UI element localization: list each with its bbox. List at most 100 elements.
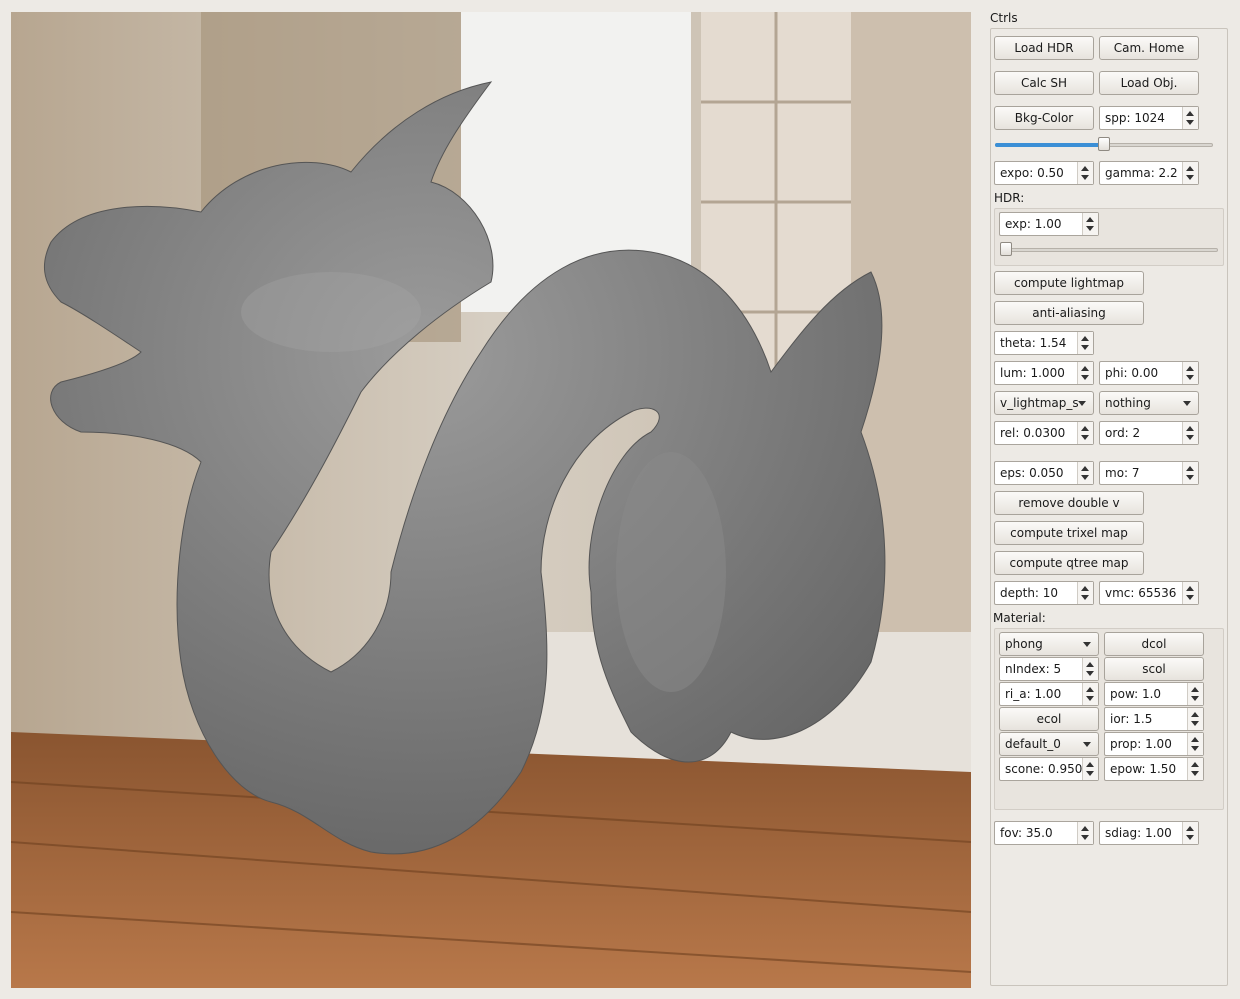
prop-stepper[interactable] bbox=[1187, 733, 1203, 755]
pow-stepper[interactable] bbox=[1187, 683, 1203, 705]
arrow-up-icon[interactable] bbox=[1186, 111, 1194, 116]
ri-a-spinbox[interactable]: ri_a: 1.00 bbox=[999, 682, 1099, 706]
ord-stepper[interactable] bbox=[1182, 422, 1198, 444]
hdr-exp-stepper[interactable] bbox=[1082, 213, 1098, 235]
ord-spinbox[interactable]: ord: 2 bbox=[1099, 421, 1199, 445]
arrow-up-icon[interactable] bbox=[1186, 586, 1194, 591]
nindex-spinbox[interactable]: nIndex: 5 bbox=[999, 657, 1099, 681]
sdiag-stepper[interactable] bbox=[1182, 822, 1198, 844]
calc-sh-button[interactable]: Calc SH bbox=[994, 71, 1094, 95]
expo-stepper[interactable] bbox=[1077, 162, 1093, 184]
theta-spinbox[interactable]: theta: 1.54 bbox=[994, 331, 1094, 355]
ecol-button[interactable]: ecol bbox=[999, 707, 1099, 731]
gamma-spinbox[interactable]: gamma: 2.2 bbox=[1099, 161, 1199, 185]
lightmap-combo[interactable]: v_lightmap_s bbox=[994, 391, 1094, 415]
arrow-down-icon[interactable] bbox=[1081, 435, 1089, 440]
arrow-up-icon[interactable] bbox=[1186, 366, 1194, 371]
rel-stepper[interactable] bbox=[1077, 422, 1093, 444]
arrow-down-icon[interactable] bbox=[1186, 120, 1194, 125]
arrow-up-icon[interactable] bbox=[1191, 712, 1199, 717]
arrow-up-icon[interactable] bbox=[1081, 166, 1089, 171]
mo-spinbox[interactable]: mo: 7 bbox=[1099, 461, 1199, 485]
arrow-up-icon[interactable] bbox=[1081, 426, 1089, 431]
arrow-down-icon[interactable] bbox=[1081, 835, 1089, 840]
epow-stepper[interactable] bbox=[1187, 758, 1203, 780]
spp-spinbox[interactable]: spp: 1024 bbox=[1099, 106, 1199, 130]
load-hdr-button[interactable]: Load HDR bbox=[994, 36, 1094, 60]
lum-spinbox[interactable]: lum: 1.000 bbox=[994, 361, 1094, 385]
arrow-down-icon[interactable] bbox=[1191, 696, 1199, 701]
bkg-color-button[interactable]: Bkg-Color bbox=[994, 106, 1094, 130]
arrow-up-icon[interactable] bbox=[1081, 826, 1089, 831]
depth-spinbox[interactable]: depth: 10 bbox=[994, 581, 1094, 605]
compute-qtree-map-button[interactable]: compute qtree map bbox=[994, 551, 1144, 575]
arrow-down-icon[interactable] bbox=[1081, 175, 1089, 180]
mode-combo[interactable]: nothing bbox=[1099, 391, 1199, 415]
arrow-down-icon[interactable] bbox=[1186, 835, 1194, 840]
render-viewport[interactable] bbox=[11, 12, 971, 988]
lum-stepper[interactable] bbox=[1077, 362, 1093, 384]
arrow-down-icon[interactable] bbox=[1191, 746, 1199, 751]
hdr-exp-spinbox[interactable]: exp: 1.00 bbox=[999, 212, 1099, 236]
expo-spinbox[interactable]: expo: 0.50 bbox=[994, 161, 1094, 185]
arrow-up-icon[interactable] bbox=[1086, 762, 1094, 767]
ior-spinbox[interactable]: ior: 1.5 bbox=[1104, 707, 1204, 731]
remove-double-v-button[interactable]: remove double v bbox=[994, 491, 1144, 515]
gamma-stepper[interactable] bbox=[1182, 162, 1198, 184]
arrow-down-icon[interactable] bbox=[1186, 435, 1194, 440]
arrow-down-icon[interactable] bbox=[1086, 671, 1094, 676]
arrow-down-icon[interactable] bbox=[1081, 595, 1089, 600]
compute-lightmap-button[interactable]: compute lightmap bbox=[994, 271, 1144, 295]
arrow-up-icon[interactable] bbox=[1081, 466, 1089, 471]
arrow-up-icon[interactable] bbox=[1186, 166, 1194, 171]
epow-spinbox[interactable]: epow: 1.50 bbox=[1104, 757, 1204, 781]
eps-spinbox[interactable]: eps: 0.050 bbox=[994, 461, 1094, 485]
sdiag-spinbox[interactable]: sdiag: 1.00 bbox=[1099, 821, 1199, 845]
phi-stepper[interactable] bbox=[1182, 362, 1198, 384]
nindex-stepper[interactable] bbox=[1082, 658, 1098, 680]
eps-stepper[interactable] bbox=[1077, 462, 1093, 484]
arrow-up-icon[interactable] bbox=[1191, 737, 1199, 742]
arrow-down-icon[interactable] bbox=[1081, 345, 1089, 350]
arrow-down-icon[interactable] bbox=[1086, 771, 1094, 776]
vmc-stepper[interactable] bbox=[1182, 582, 1198, 604]
arrow-down-icon[interactable] bbox=[1191, 771, 1199, 776]
scone-stepper[interactable] bbox=[1082, 758, 1098, 780]
arrow-up-icon[interactable] bbox=[1186, 426, 1194, 431]
arrow-up-icon[interactable] bbox=[1086, 662, 1094, 667]
slider-handle[interactable] bbox=[1000, 242, 1012, 256]
load-obj-button[interactable]: Load Obj. bbox=[1099, 71, 1199, 95]
arrow-down-icon[interactable] bbox=[1086, 696, 1094, 701]
pow-spinbox[interactable]: pow: 1.0 bbox=[1104, 682, 1204, 706]
compute-trixel-map-button[interactable]: compute trixel map bbox=[994, 521, 1144, 545]
cam-home-button[interactable]: Cam. Home bbox=[1099, 36, 1199, 60]
scone-spinbox[interactable]: scone: 0.950 bbox=[999, 757, 1099, 781]
slider-handle[interactable] bbox=[1098, 137, 1110, 151]
arrow-up-icon[interactable] bbox=[1081, 586, 1089, 591]
prop-spinbox[interactable]: prop: 1.00 bbox=[1104, 732, 1204, 756]
rel-spinbox[interactable]: rel: 0.0300 bbox=[994, 421, 1094, 445]
arrow-up-icon[interactable] bbox=[1086, 217, 1094, 222]
arrow-up-icon[interactable] bbox=[1186, 826, 1194, 831]
arrow-down-icon[interactable] bbox=[1081, 475, 1089, 480]
arrow-up-icon[interactable] bbox=[1191, 687, 1199, 692]
ior-stepper[interactable] bbox=[1187, 708, 1203, 730]
mo-stepper[interactable] bbox=[1182, 462, 1198, 484]
arrow-up-icon[interactable] bbox=[1186, 466, 1194, 471]
depth-stepper[interactable] bbox=[1077, 582, 1093, 604]
dcol-button[interactable]: dcol bbox=[1104, 632, 1204, 656]
arrow-down-icon[interactable] bbox=[1186, 175, 1194, 180]
arrow-down-icon[interactable] bbox=[1186, 475, 1194, 480]
arrow-up-icon[interactable] bbox=[1086, 687, 1094, 692]
arrow-up-icon[interactable] bbox=[1081, 366, 1089, 371]
arrow-up-icon[interactable] bbox=[1191, 762, 1199, 767]
scol-button[interactable]: scol bbox=[1104, 657, 1204, 681]
spp-stepper[interactable] bbox=[1182, 107, 1198, 129]
hdr-slider[interactable] bbox=[1000, 242, 1218, 258]
material-preset-combo[interactable]: default_0 bbox=[999, 732, 1099, 756]
theta-stepper[interactable] bbox=[1077, 332, 1093, 354]
arrow-down-icon[interactable] bbox=[1086, 226, 1094, 231]
spp-slider[interactable] bbox=[995, 137, 1213, 153]
shader-combo[interactable]: phong bbox=[999, 632, 1099, 656]
fov-spinbox[interactable]: fov: 35.0 bbox=[994, 821, 1094, 845]
